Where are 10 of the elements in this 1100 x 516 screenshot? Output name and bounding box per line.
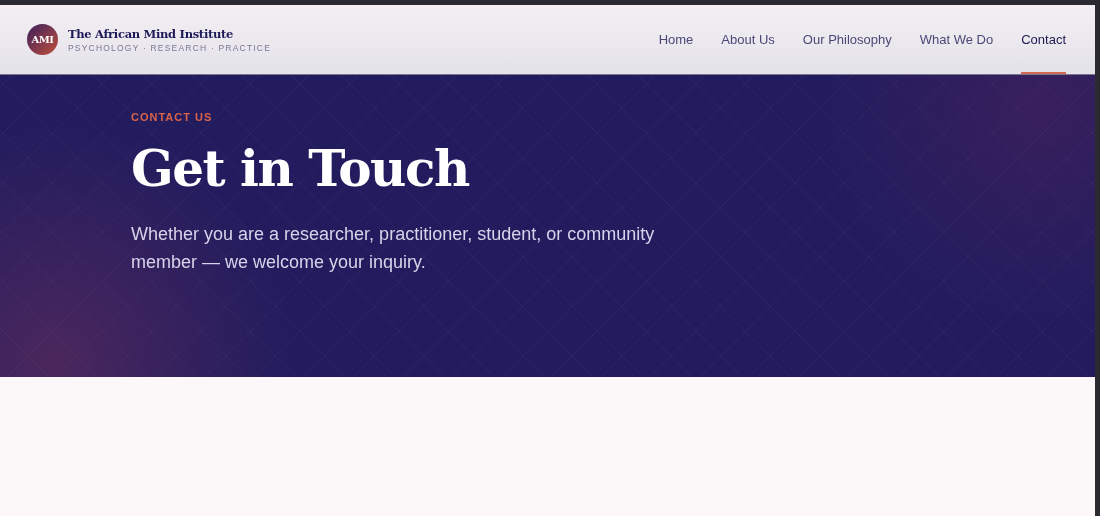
site-tagline: PSYCHOLOGY · RESEARCH · PRACTICE <box>68 42 272 53</box>
nav-link[interactable]: About Us <box>721 5 775 74</box>
nav-link[interactable]: What We Do <box>919 5 994 74</box>
section-eyebrow: CONTACT US <box>131 111 213 123</box>
nav-link[interactable]: Our Philosophy <box>802 5 892 74</box>
nav-link[interactable]: Home <box>658 5 694 74</box>
hero-description: Whether you are a researcher, practitioner, student, or community member — we welcome your inquiry. <box>131 223 656 274</box>
site-name: The African Mind Institute <box>68 26 235 41</box>
logo-badge[interactable]: AMI <box>27 24 58 55</box>
hero-title: Get in Touch <box>131 141 469 196</box>
